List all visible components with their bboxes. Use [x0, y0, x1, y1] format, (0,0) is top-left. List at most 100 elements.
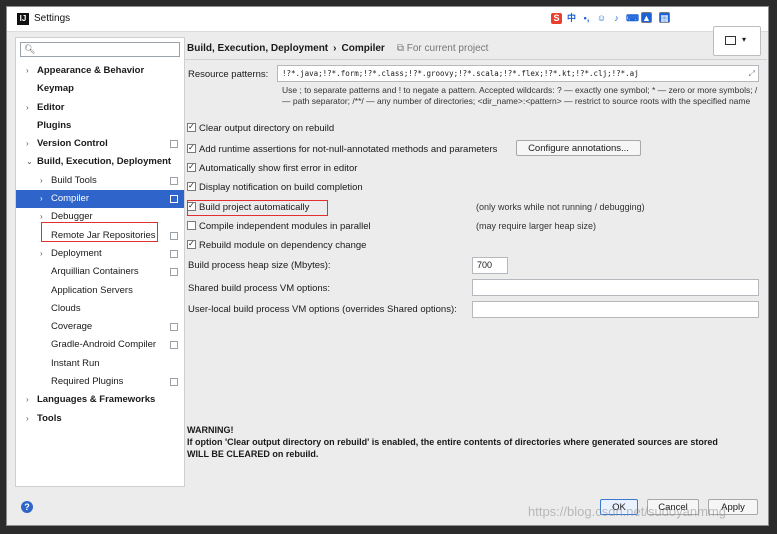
- option-clear-output-directory-on-rebuild[interactable]: Clear output directory on rebuild: [187, 122, 334, 136]
- sidebar-item-debugger[interactable]: › Debugger: [16, 208, 184, 226]
- settings-search-input[interactable]: 🔍︎: [20, 42, 180, 57]
- checkbox-checked[interactable]: [187, 162, 196, 172]
- sidebar-item-arquillian-containers[interactable]: Arquillian Containers: [16, 263, 184, 281]
- project-scope-icon: [170, 195, 178, 204]
- option-note: (only works while not running / debuggin…: [476, 202, 645, 212]
- warning-title: WARNING!: [187, 425, 234, 435]
- ime-shirt-icon[interactable]: ▲: [641, 11, 652, 23]
- user-vm-options-input[interactable]: [472, 301, 759, 318]
- sidebar-item-gradle-android-compiler[interactable]: Gradle-Android Compiler: [16, 336, 184, 354]
- option-compile-independent-modules-in-parallel[interactable]: Compile independent modules in parallel: [187, 220, 371, 234]
- sidebar-item-instant-run[interactable]: Instant Run: [16, 355, 184, 373]
- sogou-logo-icon[interactable]: S: [551, 12, 562, 24]
- project-scope-icon: [170, 341, 178, 350]
- sidebar-item-label: Required Plugins: [51, 376, 124, 388]
- sidebar-item-editor[interactable]: › Editor: [16, 99, 184, 117]
- sidebar-item-label: Appearance & Behavior: [37, 65, 145, 76]
- checkbox-unchecked[interactable]: [187, 220, 196, 230]
- ime-mic-icon[interactable]: ♪: [611, 13, 622, 24]
- ime-keyboard-icon[interactable]: ⌨: [626, 13, 639, 24]
- user-vm-options-label: User-local build process VM options (ove…: [188, 304, 457, 315]
- option-label: Add runtime assertions for not-null-anno…: [199, 144, 498, 155]
- checkbox-checked[interactable]: [187, 201, 196, 211]
- configure-annotations-button[interactable]: Configure annotations...: [516, 140, 641, 156]
- option-label: Display notification on build completion: [199, 182, 363, 193]
- chevron-down-icon[interactable]: ⌄: [26, 153, 33, 171]
- option-display-notification-on-build-completion[interactable]: Display notification on build completion: [187, 181, 363, 195]
- search-icon: 🔍︎: [24, 44, 36, 54]
- checkbox-checked[interactable]: [187, 143, 196, 153]
- resource-patterns-hint: Use ; to separate patterns and ! to nega…: [282, 85, 758, 106]
- sidebar-item-label: Clouds: [51, 302, 81, 314]
- sidebar-item-coverage[interactable]: Coverage: [16, 318, 184, 336]
- rebuild-warning: WARNING! If option 'Clear output directo…: [187, 424, 767, 460]
- chevron-right-icon[interactable]: ›: [26, 62, 29, 80]
- chevron-right-icon[interactable]: ›: [40, 208, 43, 226]
- breadcrumb-parent[interactable]: Build, Execution, Deployment: [187, 43, 328, 54]
- chevron-right-icon[interactable]: ›: [26, 391, 29, 409]
- ime-punctuation-icon[interactable]: •,: [581, 13, 592, 24]
- option-add-runtime-assertions-for-not-null-annotated-methods-and-parameters[interactable]: Add runtime assertions for not-null-anno…: [187, 143, 497, 157]
- chevron-right-icon[interactable]: ›: [26, 410, 29, 428]
- chevron-right-icon[interactable]: ›: [40, 172, 43, 190]
- project-scope-icon: [170, 176, 178, 185]
- sidebar-item-label: Languages & Frameworks: [37, 394, 156, 406]
- expand-icon[interactable]: ⤢: [749, 66, 755, 81]
- project-scope-icon: [170, 249, 178, 258]
- sidebar-item-clouds[interactable]: Clouds: [16, 300, 184, 318]
- intellij-app-icon: IJ: [17, 13, 29, 25]
- chevron-right-icon[interactable]: ›: [40, 190, 43, 208]
- compiler-settings-panel: Build, Execution, Deployment › Compiler ⧉ F…: [185, 37, 767, 487]
- ime-lang-toggle[interactable]: 中: [566, 13, 577, 24]
- sidebar-item-languages-frameworks[interactable]: › Languages & Frameworks: [16, 391, 184, 409]
- project-scope-icon: [170, 140, 178, 149]
- sidebar-item-build-tools[interactable]: › Build Tools: [16, 172, 184, 190]
- sidebar-item-application-servers[interactable]: Application Servers: [16, 282, 184, 300]
- help-icon[interactable]: ?: [21, 501, 33, 513]
- resource-patterns-input[interactable]: !?*.java;!?*.form;!?*.class;!?*.groovy;!…: [277, 65, 759, 82]
- chevron-right-icon[interactable]: ›: [26, 99, 29, 117]
- checkbox-checked[interactable]: [187, 122, 196, 132]
- sidebar-item-label: Plugins: [37, 119, 72, 131]
- warning-line-2: WILL BE CLEARED on rebuild.: [187, 449, 319, 459]
- header-divider: [185, 59, 767, 60]
- sidebar-item-label: Version Control: [37, 138, 108, 150]
- sidebar-item-required-plugins[interactable]: Required Plugins: [16, 373, 184, 391]
- title-bar: IJ Settings S 中 •, ☺ ♪ ⌨ ▲ ▦: [7, 7, 768, 32]
- settings-window: IJ Settings S 中 •, ☺ ♪ ⌨ ▲ ▦ ▾ 🔍︎ › Appea…: [6, 6, 769, 526]
- window-title: Settings: [34, 13, 71, 24]
- option-automatically-show-first-error-in-editor[interactable]: Automatically show first error in editor: [187, 162, 357, 176]
- chevron-right-icon[interactable]: ›: [26, 135, 29, 153]
- sidebar-item-keymap[interactable]: Keymap: [16, 80, 184, 98]
- option-rebuild-module-on-dependency-change[interactable]: Rebuild module on dependency change: [187, 239, 366, 253]
- ime-emoji-icon[interactable]: ☺: [596, 13, 607, 24]
- checkbox-checked[interactable]: [187, 239, 196, 249]
- sidebar-item-appearance-behavior[interactable]: › Appearance & Behavior: [16, 62, 184, 80]
- sidebar-item-label: Remote Jar Repositories: [51, 229, 156, 241]
- option-build-project-automatically[interactable]: Build project automatically: [187, 201, 309, 215]
- option-label: Rebuild module on dependency change: [199, 240, 367, 251]
- sidebar-item-label: Keymap: [37, 83, 74, 95]
- sidebar-item-tools[interactable]: › Tools: [16, 410, 184, 428]
- sidebar-item-plugins[interactable]: Plugins: [16, 117, 184, 135]
- sidebar-item-label: Editor: [37, 101, 65, 113]
- sidebar-item-label: Debugger: [51, 211, 93, 223]
- sidebar-item-deployment[interactable]: › Deployment: [16, 245, 184, 263]
- option-label: Clear output directory on rebuild: [199, 123, 335, 134]
- shared-vm-options-input[interactable]: [472, 279, 759, 296]
- settings-sidebar: 🔍︎ › Appearance & Behavior Keymap › Editor Pl…: [15, 37, 185, 487]
- sidebar-item-build-execution-deployment[interactable]: ⌄ Build, Execution, Deployment: [16, 153, 184, 171]
- sidebar-item-label: Deployment: [51, 247, 102, 259]
- ime-apps-icon[interactable]: ▦: [659, 11, 670, 23]
- csdn-watermark: https://blog.csdn.net/sudoyanmmg: [528, 504, 727, 519]
- project-scope-icon: [170, 378, 178, 387]
- chevron-right-icon[interactable]: ›: [40, 245, 43, 263]
- breadcrumb: Build, Execution, Deployment › Compiler ⧉ F…: [187, 43, 488, 54]
- shared-vm-options-label: Shared build process VM options:: [188, 283, 331, 294]
- heap-size-input[interactable]: 700: [472, 257, 508, 274]
- sidebar-item-compiler[interactable]: › Compiler: [16, 190, 184, 209]
- sidebar-item-label: Arquillian Containers: [51, 266, 139, 278]
- sidebar-item-version-control[interactable]: › Version Control: [16, 135, 184, 153]
- checkbox-checked[interactable]: [187, 181, 196, 191]
- sidebar-item-remote-jar-repositories[interactable]: Remote Jar Repositories: [16, 227, 184, 245]
